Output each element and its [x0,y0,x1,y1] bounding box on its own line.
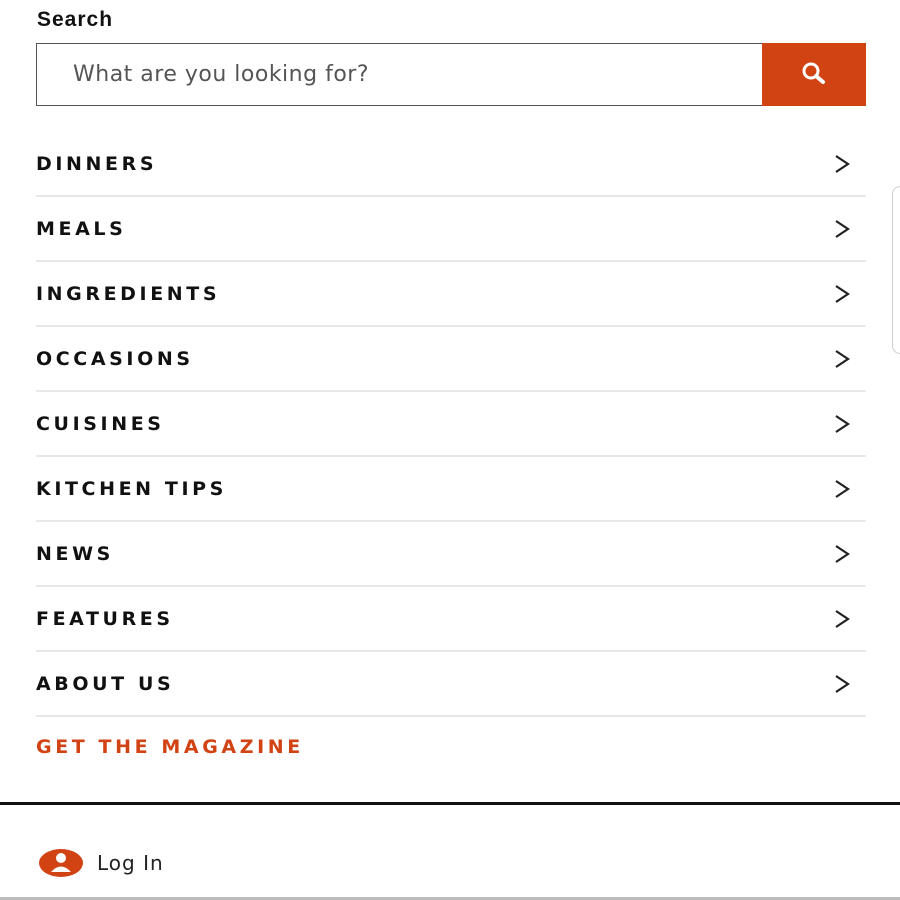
search-button[interactable] [762,43,866,106]
nav-item-label: MEALS [36,217,127,240]
nav-item-features[interactable]: FEATURES [36,587,866,652]
get-magazine-link[interactable]: GET THE MAGAZINE [36,736,304,758]
chevron-right-icon [832,284,852,304]
user-icon [39,849,83,877]
login-button[interactable]: Log In [38,848,164,878]
chevron-right-icon [832,609,852,629]
chevron-right-icon [832,479,852,499]
search-heading: Search [37,8,114,31]
nav-item-ingredients[interactable]: INGREDIENTS [36,262,866,327]
nav-item-label: NEWS [36,542,114,565]
nav-item-cuisines[interactable]: CUISINES [36,392,866,457]
section-divider [0,802,900,805]
search-input[interactable] [36,43,762,106]
nav-item-label: ABOUT US [36,672,175,695]
chevron-right-icon [832,219,852,239]
search-bar [36,43,866,106]
nav-item-news[interactable]: NEWS [36,522,866,587]
nav-item-meals[interactable]: MEALS [36,197,866,262]
navigation-menu: Search DINNERS MEALS INGREDIENTS OCCASIO… [0,0,900,900]
nav-item-dinners[interactable]: DINNERS [36,132,866,197]
nav-list: DINNERS MEALS INGREDIENTS OCCASIONS CUIS… [36,132,866,717]
chevron-right-icon [832,414,852,434]
nav-item-label: INGREDIENTS [36,282,221,305]
chevron-right-icon [832,674,852,694]
nav-item-label: KITCHEN TIPS [36,477,227,500]
search-icon [802,62,825,84]
chevron-right-icon [832,349,852,369]
nav-item-label: DINNERS [36,152,158,175]
nav-item-label: OCCASIONS [36,347,194,370]
scrollbar-handle[interactable] [892,186,900,354]
nav-item-label: FEATURES [36,607,174,630]
login-label: Log In [97,851,164,875]
nav-item-kitchen-tips[interactable]: KITCHEN TIPS [36,457,866,522]
nav-item-occasions[interactable]: OCCASIONS [36,327,866,392]
chevron-right-icon [832,154,852,174]
chevron-right-icon [832,544,852,564]
nav-item-about-us[interactable]: ABOUT US [36,652,866,717]
nav-item-label: CUISINES [36,412,165,435]
